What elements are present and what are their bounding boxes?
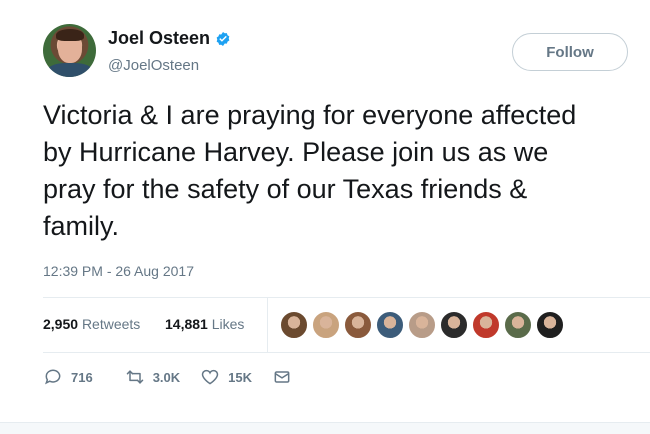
avatar[interactable] xyxy=(43,24,96,77)
retweet-button[interactable]: 3.0K xyxy=(125,367,180,387)
like-count: 15K xyxy=(228,369,253,385)
divider xyxy=(43,297,650,298)
liker-avatar[interactable] xyxy=(536,311,564,339)
retweets-stat[interactable]: 2,950 Retweets xyxy=(43,316,140,332)
liker-avatar[interactable] xyxy=(344,311,372,339)
liker-avatar[interactable] xyxy=(280,311,308,339)
liker-avatar[interactable] xyxy=(376,311,404,339)
tweet-text-line: pray for the safety of our Texas friends… xyxy=(43,174,528,204)
likes-count: 14,881 xyxy=(165,316,208,332)
likes-label: Likes xyxy=(211,316,245,332)
footer-strip xyxy=(0,422,650,434)
display-name[interactable]: Joel Osteen xyxy=(108,28,210,49)
retweets-label: Retweets xyxy=(81,316,141,332)
divider xyxy=(267,297,268,352)
liker-avatar[interactable] xyxy=(312,311,340,339)
like-button[interactable]: 15K xyxy=(200,367,252,387)
likes-stat[interactable]: 14,881 Likes xyxy=(165,316,244,332)
liker-avatar[interactable] xyxy=(440,311,468,339)
reply-icon xyxy=(45,369,61,385)
follow-button[interactable]: Follow xyxy=(512,33,628,71)
message-button[interactable] xyxy=(272,367,300,387)
heart-icon xyxy=(201,369,219,385)
tweet-text-line: family. xyxy=(43,211,120,241)
retweet-count: 3.0K xyxy=(152,369,181,385)
tweet-card: Joel Osteen @JoelOsteen Follow Victoria … xyxy=(0,0,650,422)
liker-avatar[interactable] xyxy=(472,311,500,339)
tweet-text: Victoria & I are praying for everyone af… xyxy=(43,97,650,245)
reply-count: 716 xyxy=(71,369,93,385)
user-handle[interactable]: @JoelOsteen xyxy=(108,57,199,74)
verified-badge-icon xyxy=(216,31,230,46)
retweets-count: 2,950 xyxy=(43,316,79,332)
liker-avatar[interactable] xyxy=(504,311,532,339)
tweet-text-line: by Hurricane Harvey. Please join us as w… xyxy=(43,137,549,167)
divider xyxy=(43,352,650,353)
liker-avatars xyxy=(280,311,568,339)
tweet-text-line: Victoria & I are praying for everyone af… xyxy=(43,100,577,130)
envelope-icon xyxy=(274,371,290,383)
retweet-icon xyxy=(126,370,143,384)
name-row: Joel Osteen xyxy=(108,28,231,49)
timestamp[interactable]: 12:39 PM - 26 Aug 2017 xyxy=(43,263,194,279)
reply-button[interactable]: 716 xyxy=(43,367,93,387)
liker-avatar[interactable] xyxy=(408,311,436,339)
action-bar: 716 3.0K 15K xyxy=(43,367,320,387)
